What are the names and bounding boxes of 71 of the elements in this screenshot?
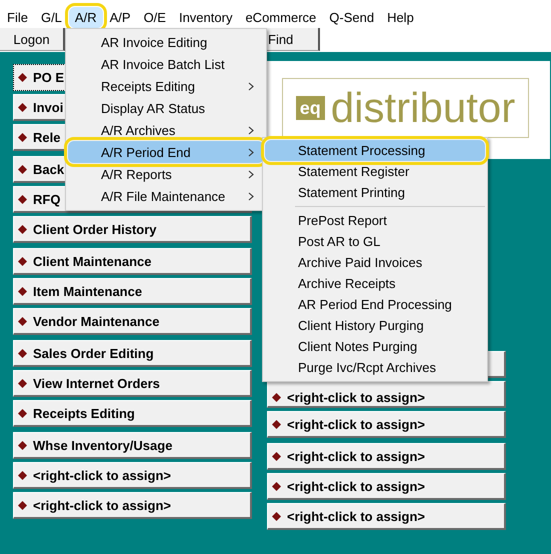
menu-item[interactable]: Purge Ivc/Rcpt Archives bbox=[265, 357, 485, 378]
diamond-icon bbox=[18, 164, 27, 174]
shortcut-button[interactable]: <right-click to assign> bbox=[267, 503, 506, 530]
diamond-icon bbox=[18, 440, 27, 450]
diamond-icon bbox=[272, 512, 281, 520]
shortcut-button[interactable]: View Internet Orders bbox=[13, 370, 252, 397]
menu-item[interactable]: A/R bbox=[68, 6, 103, 28]
shortcut-button[interactable]: Client Order History bbox=[13, 216, 252, 243]
chevron-icon bbox=[248, 82, 254, 90]
diamond-icon bbox=[272, 420, 281, 428]
logo-name: distributor bbox=[330, 87, 516, 129]
shortcut-button[interactable]: Whse Inventory/Usage bbox=[13, 432, 252, 459]
shortcut-button[interactable]: Item Maintenance bbox=[13, 278, 252, 305]
diamond-icon bbox=[18, 470, 27, 480]
menu-item[interactable]: AR Period End Processing bbox=[265, 294, 485, 315]
diamond-icon bbox=[18, 408, 27, 418]
menu-item[interactable]: AR Invoice Batch List bbox=[68, 53, 264, 75]
menu-item[interactable]: AR Invoice Editing bbox=[68, 31, 264, 53]
chevron-icon bbox=[248, 126, 254, 134]
chevron-icon bbox=[248, 148, 254, 156]
menu-item[interactable]: A/R Reports bbox=[68, 163, 264, 185]
diamond-icon bbox=[18, 194, 27, 204]
shortcut-button[interactable]: <right-click to assign> bbox=[13, 462, 252, 489]
logo-badge: eq bbox=[296, 96, 325, 120]
menu-item[interactable]: Client History Purging bbox=[265, 315, 485, 336]
menu-item[interactable]: PrePost Report bbox=[265, 210, 485, 231]
menu-item[interactable]: A/R Period End bbox=[68, 141, 264, 163]
menu-item[interactable]: Q-Send bbox=[323, 6, 380, 28]
shortcut-button[interactable]: Vendor Maintenance bbox=[13, 308, 252, 335]
menu-item[interactable]: Statement Register bbox=[265, 161, 485, 182]
shortcut-button[interactable]: <right-click to assign> bbox=[267, 411, 506, 438]
menu-item[interactable]: Help bbox=[381, 6, 420, 28]
diamond-icon bbox=[18, 73, 27, 82]
menu-item[interactable]: A/R File Maintenance bbox=[68, 185, 264, 207]
diamond-icon bbox=[18, 224, 27, 234]
diamond-icon bbox=[272, 452, 281, 460]
menu-item[interactable]: File bbox=[1, 6, 34, 28]
menu-item[interactable]: eCommerce bbox=[239, 6, 322, 28]
menu-item[interactable]: Inventory bbox=[172, 6, 238, 28]
chevron-icon bbox=[248, 170, 254, 178]
diamond-icon bbox=[18, 316, 27, 326]
diamond-icon bbox=[18, 256, 27, 266]
menu-item[interactable]: Receipts Editing bbox=[68, 75, 264, 97]
diamond-icon bbox=[272, 482, 281, 490]
diamond-icon bbox=[18, 102, 27, 112]
shortcut-button[interactable]: Receipts Editing bbox=[13, 400, 252, 427]
shortcut-button[interactable]: <right-click to assign> bbox=[267, 443, 506, 470]
diamond-icon bbox=[18, 132, 27, 142]
logon-button[interactable]: Logon bbox=[0, 28, 65, 51]
menu-item[interactable]: Statement Processing bbox=[265, 140, 485, 161]
diamond-icon bbox=[18, 500, 27, 510]
menu-item[interactable]: A/R Archives bbox=[68, 119, 264, 141]
shortcut-button[interactable]: <right-click to assign> bbox=[13, 492, 252, 519]
diamond-icon bbox=[18, 348, 27, 358]
menu-item[interactable]: O/E bbox=[138, 6, 172, 28]
diamond-icon bbox=[18, 286, 27, 296]
menu-item[interactable]: Display AR Status bbox=[68, 97, 264, 119]
menu-item[interactable]: Statement Printing bbox=[265, 182, 485, 203]
shortcut-button[interactable]: <right-click to assign> bbox=[267, 381, 506, 408]
menu-item[interactable]: Client Notes Purging bbox=[265, 336, 485, 357]
chevron-icon bbox=[248, 192, 254, 200]
shortcut-button[interactable]: Client Maintenance bbox=[13, 248, 252, 275]
menu-item[interactable]: Post AR to GL bbox=[265, 231, 485, 252]
menu-item[interactable]: G/L bbox=[34, 6, 68, 28]
shortcut-button[interactable]: Sales Order Editing bbox=[13, 340, 252, 367]
menu-item[interactable]: Archive Receipts bbox=[265, 273, 485, 294]
shortcut-button[interactable]: <right-click to assign> bbox=[267, 473, 506, 500]
menu-item[interactable]: A/P bbox=[104, 6, 137, 28]
diamond-icon bbox=[272, 392, 281, 402]
menu-item[interactable]: Archive Paid Invoices bbox=[265, 252, 485, 273]
diamond-icon bbox=[18, 378, 27, 388]
